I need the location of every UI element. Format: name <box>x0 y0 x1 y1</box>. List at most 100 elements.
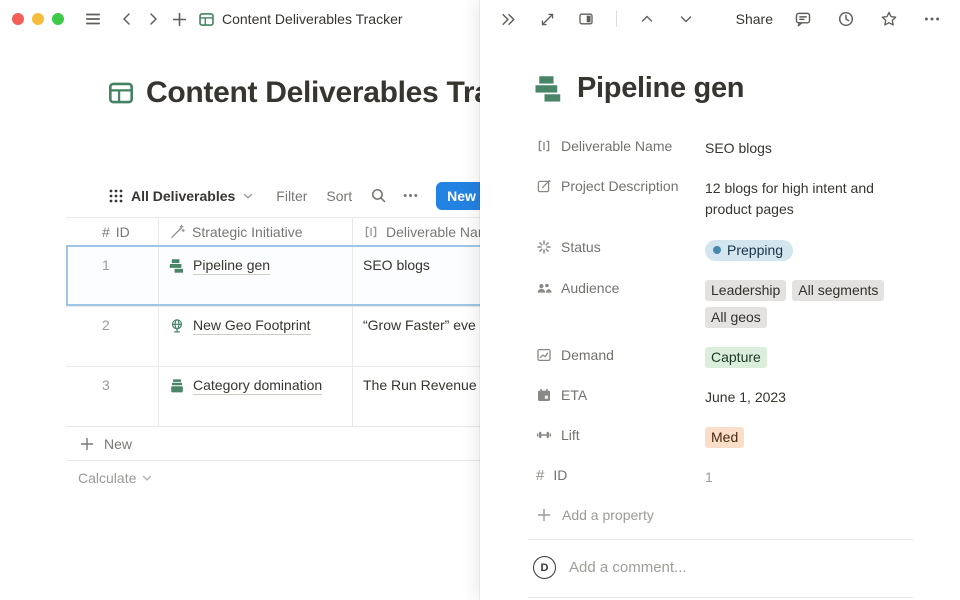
property-demand[interactable]: Demand Capture <box>536 342 936 373</box>
double-chevron-right-icon <box>500 11 517 28</box>
page-link[interactable]: Pipeline gen <box>169 257 270 275</box>
minimize-window-button[interactable] <box>32 13 44 25</box>
panel-header: Share <box>480 0 960 38</box>
sidebar-menu-button[interactable] <box>80 6 106 32</box>
demand-tag[interactable]: Capture <box>705 347 767 368</box>
view-options-button[interactable] <box>398 184 422 208</box>
cell-strategic-initiative[interactable]: Pipeline gen <box>158 247 352 306</box>
favorite-button[interactable] <box>876 6 902 32</box>
cell-strategic-initiative[interactable]: New Geo Footprint <box>158 307 352 366</box>
tag[interactable]: All segments <box>792 280 884 301</box>
tag[interactable]: All geos <box>705 307 767 328</box>
comment-placeholder: Add a comment... <box>569 559 687 576</box>
status-dot <box>713 246 721 254</box>
plus-icon <box>171 11 188 28</box>
line-chart-icon <box>536 347 552 363</box>
edit-icon <box>536 178 552 194</box>
divider <box>528 597 913 598</box>
zoom-window-button[interactable] <box>52 13 64 25</box>
page-options-button[interactable] <box>919 6 945 32</box>
archive-icon <box>169 378 185 394</box>
comment-input[interactable]: D Add a comment... <box>533 556 913 579</box>
divider <box>616 11 617 27</box>
panel-actions: Share <box>736 6 945 32</box>
sort-button[interactable]: Sort <box>326 188 352 204</box>
ellipsis-icon <box>923 10 941 28</box>
bar-chart-icon-large <box>534 74 564 104</box>
notion-window: Content Deliverables Tracker Content Del… <box>0 0 960 600</box>
divider <box>528 539 913 540</box>
view-name: All Deliverables <box>131 188 235 204</box>
chevron-up-icon <box>639 11 655 27</box>
view-switcher[interactable]: All Deliverables <box>108 188 254 204</box>
dumbbell-icon <box>536 427 552 443</box>
star-icon <box>880 10 898 28</box>
calendar-icon <box>536 387 552 403</box>
property-project-description[interactable]: Project Description 12 blogs for high in… <box>536 173 936 225</box>
lift-tag[interactable]: Med <box>705 427 744 448</box>
chevron-down-icon <box>141 472 153 484</box>
property-id[interactable]: # ID 1 <box>536 462 936 493</box>
open-full-page-button[interactable] <box>534 6 560 32</box>
expand-icon <box>540 12 555 27</box>
next-record-button[interactable] <box>673 6 699 32</box>
property-value[interactable]: SEO blogs <box>705 138 917 159</box>
property-value[interactable]: 12 blogs for high intent and product pag… <box>705 178 917 220</box>
document-title: Content Deliverables Tracker <box>222 11 403 27</box>
wand-icon <box>169 224 185 240</box>
side-panel-icon <box>578 11 594 27</box>
close-window-button[interactable] <box>12 13 24 25</box>
database-icon <box>198 11 215 28</box>
cell-strategic-initiative[interactable]: Category domination <box>158 367 352 426</box>
tag[interactable]: Leadership <box>705 280 786 301</box>
document-tab[interactable]: Content Deliverables Tracker <box>198 11 403 28</box>
plus-icon <box>79 436 95 452</box>
property-eta[interactable]: ETA June 1, 2023 <box>536 382 936 413</box>
new-tab-button[interactable] <box>166 6 192 32</box>
globe-icon <box>169 318 185 334</box>
bar-chart-icon <box>169 258 185 274</box>
page-link[interactable]: New Geo Footprint <box>169 317 311 335</box>
property-lift[interactable]: Lift Med <box>536 422 936 453</box>
previous-record-button[interactable] <box>634 6 660 32</box>
property-audience[interactable]: Audience Leadership All segments All geo… <box>536 275 936 333</box>
back-button[interactable] <box>114 6 140 32</box>
record-header: Pipeline gen <box>534 72 744 105</box>
search-button[interactable] <box>366 184 390 208</box>
audience-tags: Leadership All segments All geos <box>705 280 917 328</box>
cell-id[interactable]: 2 <box>66 307 158 366</box>
chevron-left-icon <box>119 11 135 27</box>
property-status[interactable]: Status Prepping <box>536 234 936 266</box>
filter-button[interactable]: Filter <box>276 188 307 204</box>
chevron-right-icon <box>145 11 161 27</box>
cell-id[interactable]: 3 <box>66 367 158 426</box>
user-avatar: D <box>533 556 556 579</box>
forward-button[interactable] <box>140 6 166 32</box>
page-link[interactable]: Category domination <box>169 377 322 395</box>
property-deliverable-name[interactable]: Deliverable Name SEO blogs <box>536 133 936 164</box>
updates-button[interactable] <box>833 6 859 32</box>
comments-button[interactable] <box>790 6 816 32</box>
close-peek-button[interactable] <box>495 6 521 32</box>
peek-panel: Share Pipeline gen <box>480 0 960 600</box>
column-header-id[interactable]: # ID <box>66 218 158 246</box>
status-spinner-icon <box>536 239 552 255</box>
table-view-icon <box>108 188 124 204</box>
cell-id[interactable]: 1 <box>66 247 158 306</box>
number-property-icon: # <box>536 467 544 484</box>
chevron-down-icon <box>242 190 254 202</box>
status-tag[interactable]: Prepping <box>705 240 793 261</box>
people-icon <box>536 280 552 296</box>
column-header-strategic-initiative[interactable]: Strategic Initiative <box>158 218 352 246</box>
add-property-button[interactable]: Add a property <box>536 502 936 528</box>
share-button[interactable]: Share <box>736 11 773 27</box>
property-value[interactable]: June 1, 2023 <box>705 387 917 408</box>
plus-icon <box>536 507 552 523</box>
side-peek-button[interactable] <box>573 6 599 32</box>
property-value[interactable]: 1 <box>705 467 917 488</box>
property-list: Deliverable Name SEO blogs Project Descr… <box>536 133 936 528</box>
calculate-button[interactable]: Calculate <box>66 461 153 494</box>
record-title[interactable]: Pipeline gen <box>577 72 744 105</box>
clock-icon <box>837 10 855 28</box>
view-toolbar: All Deliverables Filter Sort New <box>108 181 512 210</box>
